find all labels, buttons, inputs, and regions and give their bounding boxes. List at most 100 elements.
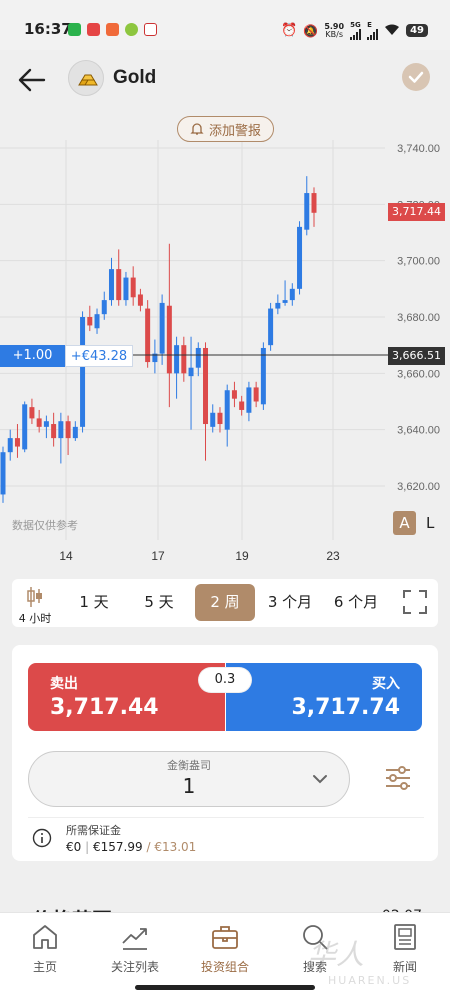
margin-value-3: €13.01 [154, 840, 197, 854]
candle-body [87, 317, 93, 326]
candle-body [174, 345, 180, 374]
status-time: 16:37 [24, 20, 72, 38]
check-icon[interactable] [402, 63, 430, 91]
candle-body [210, 412, 216, 427]
quantity-value: 1 [182, 774, 196, 798]
sliders-icon[interactable] [383, 763, 413, 793]
signal-5g: 5G [350, 21, 362, 40]
candle-body [181, 345, 187, 374]
status-right: ⏰ 🔕 5.90 KB/s 5G E 49 [281, 21, 428, 40]
candlestick-icon [27, 587, 42, 607]
candle-body [14, 438, 20, 447]
candle-body [108, 269, 114, 301]
nav-portfolio[interactable]: 投资组合 [185, 921, 265, 975]
margin-separator: | [85, 840, 90, 854]
spread-badge: 0.3 [199, 668, 251, 692]
timeframe-2w[interactable]: 2 周 [195, 584, 255, 621]
candlestick-chart-svg[interactable]: 3,740.003,720.003,700.003,680.003,660.00… [0, 110, 450, 570]
back-arrow-icon[interactable] [16, 64, 48, 96]
candle-body [123, 277, 129, 301]
fullscreen-icon[interactable] [402, 589, 428, 615]
candle-body [58, 421, 64, 439]
position-change-tag[interactable]: +1.00 [0, 345, 65, 367]
margin-value-2: €157.99 [92, 840, 143, 854]
timeframe-6m[interactable]: 6 个月 [328, 584, 384, 621]
add-alert-button[interactable]: 添加警报 [177, 116, 274, 142]
candle-body [65, 421, 71, 439]
add-alert-label: 添加警报 [208, 123, 261, 139]
candle-body [275, 302, 281, 309]
signal-e: E [367, 21, 379, 40]
sell-button[interactable]: 卖出 3,717.44 [28, 663, 225, 731]
chevron-down-icon [311, 770, 329, 788]
margin-label: 所需保证金 [66, 824, 121, 837]
header: Gold [0, 50, 450, 110]
auto-scale-toggle[interactable]: A [393, 511, 416, 535]
price-axis-label: 3,740.00 [397, 143, 440, 155]
info-icon[interactable] [32, 828, 52, 848]
candle-body [260, 347, 266, 405]
position-pnl-tag[interactable]: +€43.28 [65, 345, 133, 367]
margin-slash: / [146, 840, 151, 854]
margin-value-1: €0 [66, 840, 82, 854]
price-axis-label: 3,660.00 [397, 368, 440, 380]
gmail-icon [144, 23, 157, 36]
buy-price: 3,717.74 [291, 695, 400, 720]
date-axis-label: 19 [235, 549, 249, 563]
timeframe-1d[interactable]: 1 天 [68, 584, 120, 621]
price-chart[interactable]: 3,740.003,720.003,700.003,680.003,660.00… [0, 110, 450, 570]
briefcase-icon [209, 921, 241, 953]
nav-home[interactable]: 主页 [5, 921, 85, 975]
app-icon [106, 23, 119, 36]
notification-icons [68, 23, 157, 36]
timeframe-5d[interactable]: 5 天 [132, 584, 186, 621]
position-price-tag: 3,666.51 [388, 347, 445, 365]
svg-text:HUAREN.US: HUAREN.US [328, 974, 411, 987]
quantity-unit-label: 金衡盎司 [167, 759, 211, 772]
candle-body [36, 418, 42, 427]
price-axis-label: 3,640.00 [397, 425, 440, 437]
gold-bars-icon [68, 60, 104, 96]
candle-body [289, 288, 295, 301]
required-margin: 所需保证金 €0 | €157.99 / €13.01 [28, 817, 424, 859]
candle-body [94, 314, 100, 329]
timeframe-bar: 4 小时 1 天 5 天 2 周 3 个月 6 个月 [12, 579, 438, 627]
app-icon [125, 23, 138, 36]
candle-body [116, 269, 122, 301]
buy-button[interactable]: 买入 3,717.74 [226, 663, 422, 731]
timeframe-3m[interactable]: 3 个月 [262, 584, 318, 621]
candle-interval-selector[interactable]: 4 小时 [18, 583, 52, 625]
status-bar: 16:37 ⏰ 🔕 5.90 KB/s 5G E 49 [0, 0, 450, 50]
wifi-icon [384, 24, 400, 38]
date-axis-label: 17 [151, 549, 165, 563]
sell-price: 3,717.44 [50, 695, 159, 720]
candle-body [217, 412, 223, 425]
candle-body [29, 407, 35, 419]
candle-body [268, 308, 274, 346]
candle-body [137, 294, 143, 306]
home-icon [29, 921, 61, 953]
candle-body [0, 452, 6, 495]
candle-body [166, 305, 172, 374]
nav-watchlist[interactable]: 关注列表 [95, 921, 175, 975]
alarm-icon: ⏰ [281, 23, 298, 38]
mute-icon: 🔕 [303, 23, 319, 38]
candle-interval-label: 4 小时 [18, 612, 52, 625]
candle-body [101, 300, 107, 315]
log-scale-toggle[interactable]: L [426, 511, 434, 535]
nav-home-label: 主页 [32, 960, 57, 974]
quantity-selector[interactable]: 金衡盎司 1 [28, 751, 350, 807]
price-axis-label: 3,680.00 [397, 312, 440, 324]
chart-disclaimer: 数据仅供参考 [12, 519, 78, 532]
candle-body [203, 347, 209, 425]
date-axis-label: 23 [326, 549, 340, 563]
home-indicator[interactable] [135, 985, 315, 990]
candle-body [51, 424, 57, 439]
candle-body [195, 347, 201, 368]
price-axis-label: 3,700.00 [397, 256, 440, 268]
candle-body [80, 317, 86, 427]
candle-body [145, 308, 151, 363]
nav-watchlist-label: 关注列表 [110, 960, 159, 974]
wechat-icon [68, 23, 81, 36]
candle-body [224, 390, 230, 430]
